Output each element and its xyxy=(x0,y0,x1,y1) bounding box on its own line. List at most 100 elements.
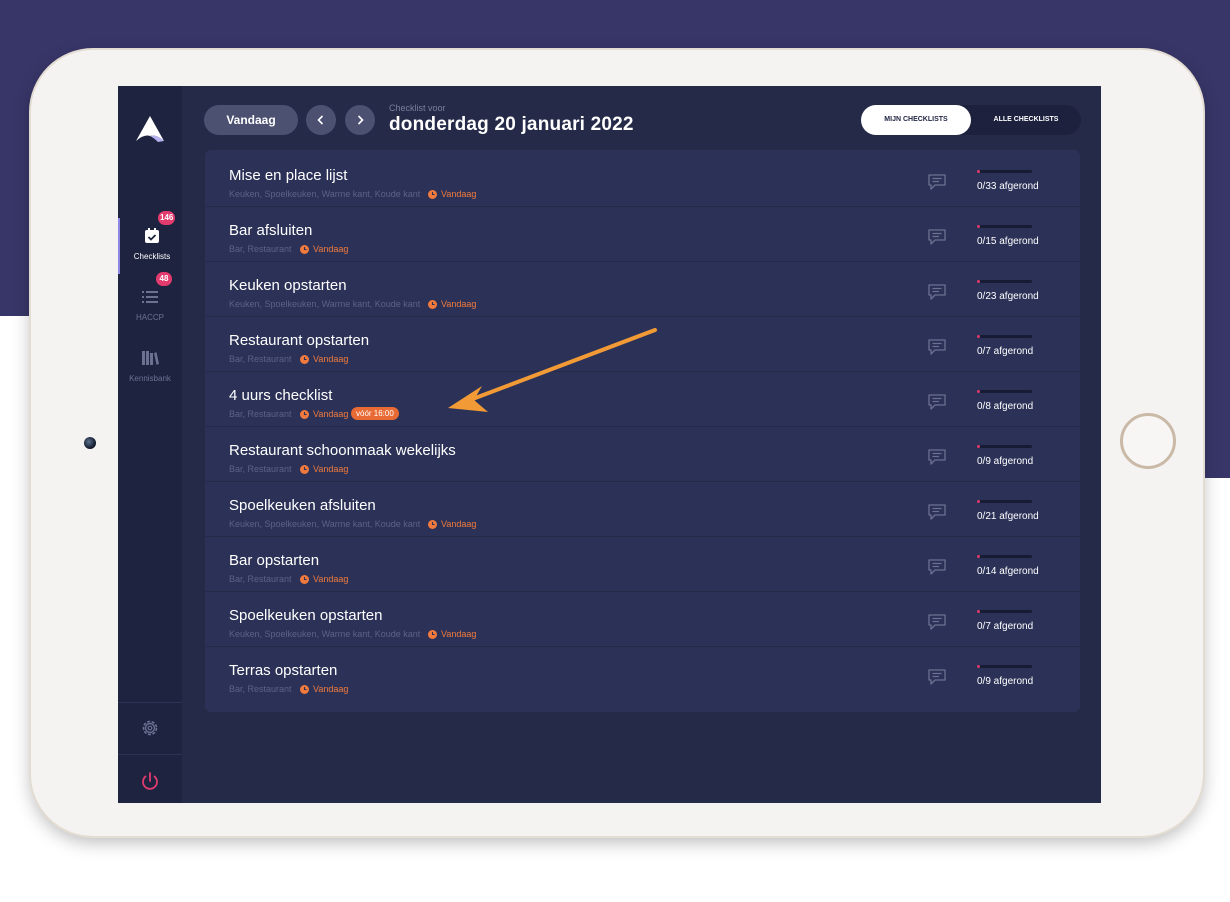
camera-icon xyxy=(84,437,96,449)
gear-icon[interactable] xyxy=(140,718,160,738)
due-time: Vandaag xyxy=(313,244,349,254)
list-item[interactable]: Restaurant schoonmaak wekelijks Bar, Rest… xyxy=(205,427,1080,481)
annotation-arrow-icon xyxy=(448,328,657,412)
clock-icon xyxy=(300,575,309,584)
progress-text: 0/7 afgerond xyxy=(977,621,1034,632)
power-icon[interactable] xyxy=(139,770,161,792)
deadline-badge: vóór 16:00 xyxy=(351,407,399,420)
progress-fill xyxy=(977,280,980,283)
progress-text: 0/33 afgerond xyxy=(977,181,1039,192)
app-screen: 146 Checklists 48 HACCP Kennisbank Vanda… xyxy=(118,86,1101,803)
checklist-tags: Bar, Restaurant xyxy=(229,464,292,474)
sidebar-divider xyxy=(118,754,182,755)
checklist-title: Keuken opstarten xyxy=(229,277,347,294)
sidebar-item-kennisbank[interactable]: Kennisbank xyxy=(118,340,182,396)
progress-bar xyxy=(977,390,1032,393)
progress-fill xyxy=(977,665,980,668)
due-time: Vandaag xyxy=(313,574,349,584)
progress-fill xyxy=(977,390,980,393)
sidebar-item-label: Checklists xyxy=(133,252,171,261)
clock-icon xyxy=(428,300,437,309)
list-item[interactable]: Bar opstarten Bar, Restaurant Vandaag 0/14 … xyxy=(205,537,1080,591)
checklist-tags: Keuken, Spoelkeuken, Warme kant, Koude k… xyxy=(229,189,421,199)
comment-icon[interactable] xyxy=(927,668,947,686)
checklist-tags: Bar, Restaurant xyxy=(229,574,292,584)
comment-icon[interactable] xyxy=(927,338,947,356)
page-title: donderdag 20 januari 2022 xyxy=(389,114,634,135)
progress-fill xyxy=(977,610,980,613)
date-subtitle: Checklist voor xyxy=(389,103,446,113)
progress-bar xyxy=(977,610,1032,613)
checklists-badge: 146 xyxy=(158,211,176,225)
sidebar-item-haccp[interactable]: 48 HACCP xyxy=(118,272,182,335)
sidebar-divider xyxy=(118,702,182,703)
clock-icon xyxy=(300,355,309,364)
progress-bar xyxy=(977,445,1032,448)
progress-fill xyxy=(977,225,980,228)
progress-fill xyxy=(977,555,980,558)
progress-text: 0/23 afgerond xyxy=(977,291,1039,302)
clock-icon xyxy=(428,520,437,529)
checklist-tags: Keuken, Spoelkeuken, Warme kant, Koude k… xyxy=(229,519,421,529)
list-item[interactable]: Keuken opstarten Keuken, Spoelkeuken, War… xyxy=(205,262,1080,316)
checklist-title: Bar opstarten xyxy=(229,552,320,569)
sidebar-item-checklists[interactable]: 146 Checklists xyxy=(118,211,182,274)
tab-all-checklists[interactable]: ALLE CHECKLISTS xyxy=(971,105,1081,135)
progress-bar xyxy=(977,280,1032,283)
checklist-tags: Keuken, Spoelkeuken, Warme kant, Koude k… xyxy=(229,629,421,639)
due-time: Vandaag xyxy=(313,464,349,474)
comment-icon[interactable] xyxy=(927,448,947,466)
list-item[interactable]: Spoelkeuken opstarten Keuken, Spoelkeuken… xyxy=(205,592,1080,646)
due-time: Vandaag xyxy=(441,189,477,199)
sidebar-item-label: HACCP xyxy=(135,313,164,322)
progress-bar xyxy=(977,170,1032,173)
due-time: Vandaag xyxy=(313,409,349,419)
books-icon xyxy=(142,351,159,365)
checklist-tags: Bar, Restaurant xyxy=(229,409,292,419)
clock-icon xyxy=(428,190,437,199)
progress-text: 0/15 afgerond xyxy=(977,236,1039,247)
previous-day-button[interactable] xyxy=(306,105,336,135)
progress-bar xyxy=(977,225,1032,228)
home-button[interactable] xyxy=(1120,413,1176,469)
sidebar-item-label: Kennisbank xyxy=(129,374,171,383)
app-logo-icon xyxy=(136,116,164,142)
next-day-button[interactable] xyxy=(345,105,375,135)
list-item[interactable]: Mise en place lijst Keuken, Spoelkeuken, … xyxy=(205,152,1080,206)
clock-icon xyxy=(300,465,309,474)
checklist-title: Restaurant opstarten xyxy=(229,332,370,349)
progress-bar xyxy=(977,665,1032,668)
chevron-right-icon xyxy=(357,115,364,125)
tab-my-checklists[interactable]: MIJN CHECKLISTS xyxy=(861,105,971,135)
progress-text: 0/21 afgerond xyxy=(977,511,1039,522)
progress-fill xyxy=(977,335,980,338)
due-time: Vandaag xyxy=(441,629,477,639)
progress-text: 0/9 afgerond xyxy=(977,456,1034,467)
progress-text: 0/14 afgerond xyxy=(977,566,1039,577)
progress-text: 0/8 afgerond xyxy=(977,401,1034,412)
comment-icon[interactable] xyxy=(927,173,947,191)
progress-text: 0/9 afgerond xyxy=(977,676,1034,687)
checklist-title: Spoelkeuken afsluiten xyxy=(229,497,376,514)
list-item[interactable]: Bar afsluiten Bar, Restaurant Vandaag 0/15 … xyxy=(205,207,1080,261)
comment-icon[interactable] xyxy=(927,503,947,521)
comment-icon[interactable] xyxy=(927,393,947,411)
progress-fill xyxy=(977,500,980,503)
comment-icon[interactable] xyxy=(927,283,947,301)
progress-bar xyxy=(977,555,1032,558)
comment-icon[interactable] xyxy=(927,558,947,576)
today-button[interactable]: Vandaag xyxy=(204,105,298,135)
list-item[interactable]: Terras opstarten Bar, Restaurant Vandaag 0/… xyxy=(205,647,1080,701)
clock-icon xyxy=(428,630,437,639)
checklist-title: Spoelkeuken opstarten xyxy=(229,607,383,624)
haccp-badge: 48 xyxy=(156,272,172,286)
comment-icon[interactable] xyxy=(927,613,947,631)
comment-icon[interactable] xyxy=(927,228,947,246)
clock-icon xyxy=(300,410,309,419)
clock-icon xyxy=(300,685,309,694)
progress-bar xyxy=(977,500,1032,503)
clock-icon xyxy=(300,245,309,254)
due-time: Vandaag xyxy=(313,684,349,694)
list-item[interactable]: Spoelkeuken afsluiten Keuken, Spoelkeuken… xyxy=(205,482,1080,536)
sidebar: 146 Checklists 48 HACCP Kennisbank xyxy=(118,86,182,803)
